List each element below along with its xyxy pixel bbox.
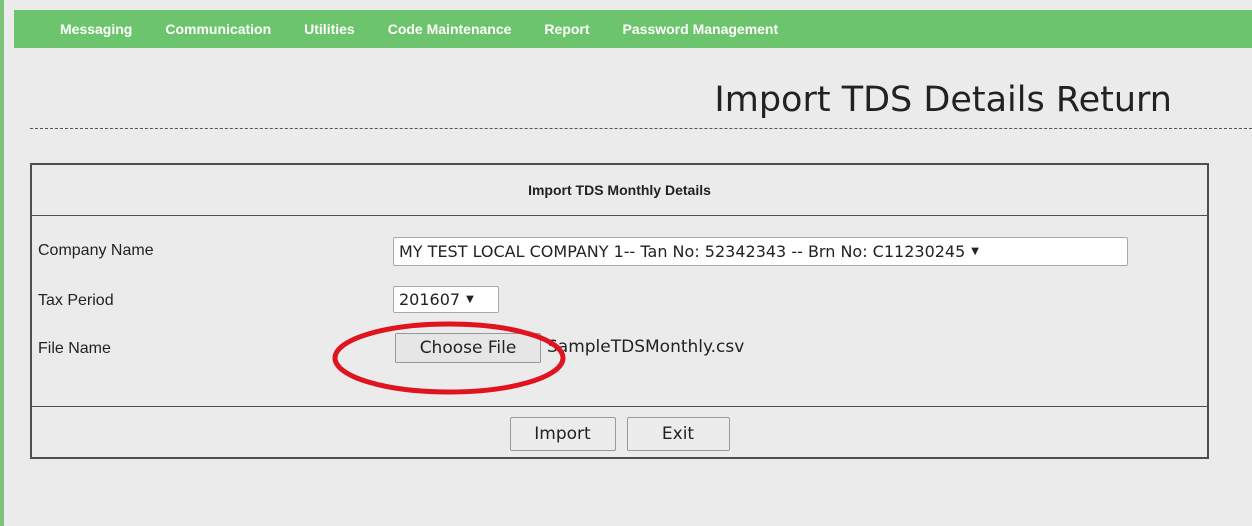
panel-actions: Import Exit xyxy=(32,407,1207,460)
company-name-label: Company Name xyxy=(38,242,154,259)
company-name-select[interactable]: MY TEST LOCAL COMPANY 1-- Tan No: 523423… xyxy=(393,237,1128,266)
nav-item-password-management[interactable]: Password Management xyxy=(623,21,779,37)
tax-period-select[interactable]: 201607 ▼ xyxy=(393,286,499,313)
file-name-label: File Name xyxy=(38,340,111,357)
nav-item-messaging[interactable]: Messaging xyxy=(60,21,132,37)
exit-button[interactable]: Exit xyxy=(626,416,730,451)
chevron-down-icon: ▼ xyxy=(466,294,474,305)
nav-item-code-maintenance[interactable]: Code Maintenance xyxy=(388,21,512,37)
nav-item-communication[interactable]: Communication xyxy=(165,21,271,37)
left-border xyxy=(0,0,4,526)
chevron-down-icon: ▼ xyxy=(971,246,979,257)
choose-file-button[interactable]: Choose File xyxy=(395,333,541,363)
import-panel: Import TDS Monthly Details Company Name … xyxy=(30,163,1209,459)
panel-form: Company Name MY TEST LOCAL COMPANY 1-- T… xyxy=(32,216,1207,407)
title-divider xyxy=(30,128,1252,129)
company-name-value: MY TEST LOCAL COMPANY 1-- Tan No: 523423… xyxy=(399,242,966,261)
import-button[interactable]: Import xyxy=(509,416,616,451)
tax-period-value: 201607 xyxy=(399,290,461,309)
page-title: Import TDS Details Return xyxy=(714,80,1172,120)
panel-header: Import TDS Monthly Details xyxy=(32,165,1207,216)
tax-period-label: Tax Period xyxy=(38,292,114,309)
nav-item-report[interactable]: Report xyxy=(544,21,589,37)
nav-item-utilities[interactable]: Utilities xyxy=(304,21,355,37)
selected-file-name: SampleTDSMonthly.csv xyxy=(547,337,745,357)
top-nav: Messaging Communication Utilities Code M… xyxy=(14,10,1252,48)
